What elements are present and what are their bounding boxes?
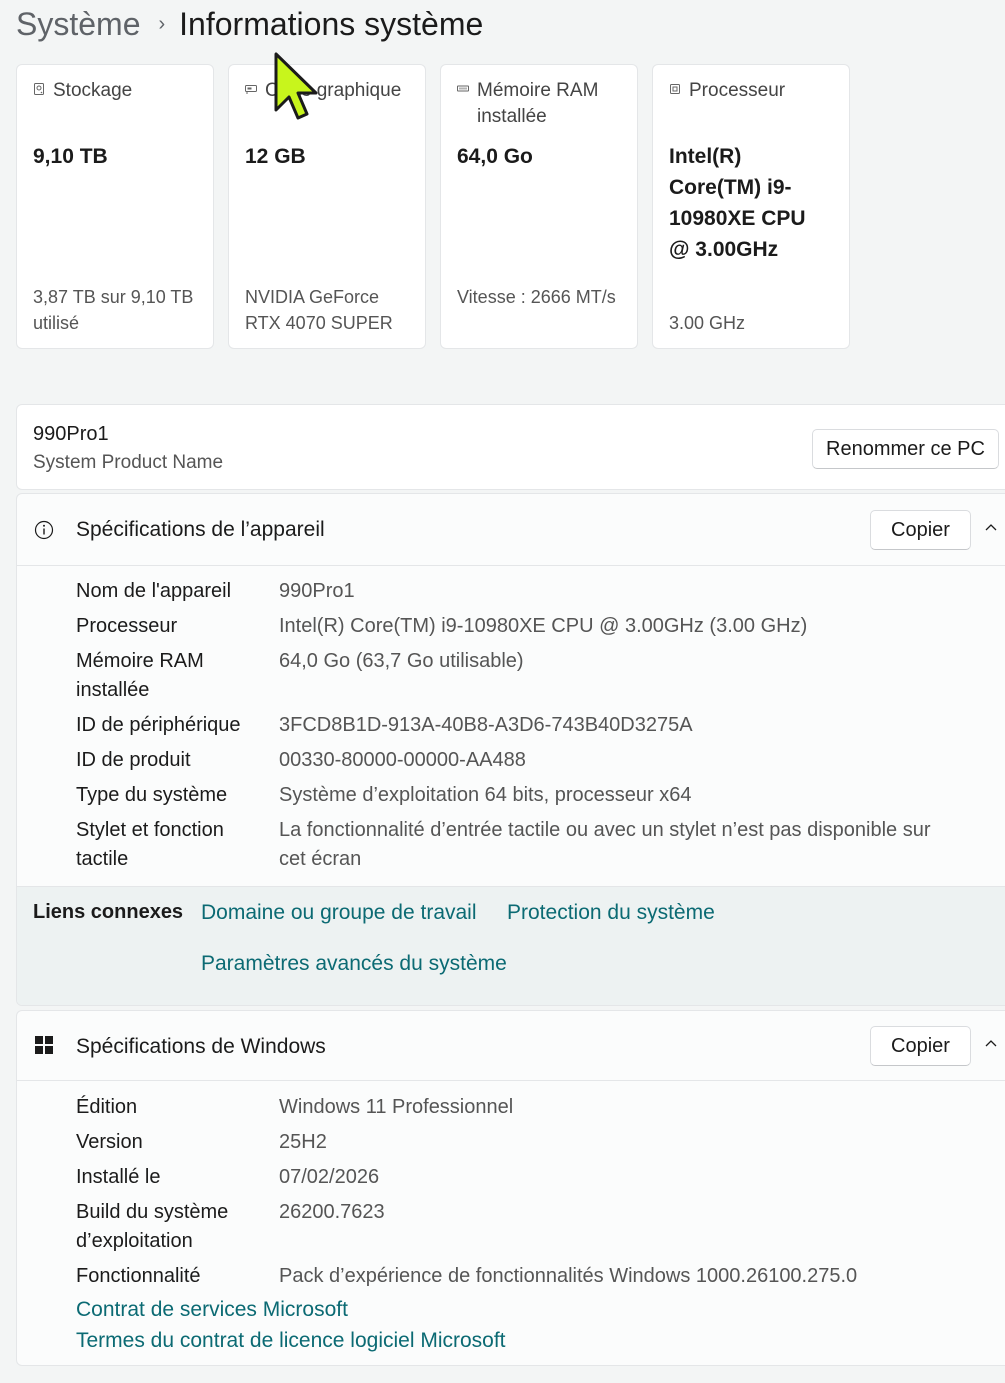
spec-label-device-id: ID de périphérique xyxy=(76,714,241,736)
device-specs-section: Spécifications de l’appareil Copier Nom … xyxy=(16,493,1005,1006)
spec-label-system-type: Type du système xyxy=(76,784,228,806)
processor-card-value: Intel(R) Core(TM) i9-10980XE CPU @ 3.00G… xyxy=(669,145,806,261)
spec-value-device-name: 990Pro1 xyxy=(279,580,355,602)
info-icon xyxy=(34,520,54,540)
breadcrumb-system[interactable]: Système xyxy=(16,6,140,43)
memory-card: Mémoire RAM installée 64,0 Go Vitesse : … xyxy=(440,64,638,349)
link-microsoft-services-agreement[interactable]: Contrat de services Microsoft xyxy=(76,1298,348,1322)
spec-label-version: Version xyxy=(76,1131,143,1153)
breadcrumb: Système › Informations système xyxy=(16,2,483,46)
spec-value-install-date: 07/02/2026 xyxy=(279,1166,380,1188)
spec-value-edition: Windows 11 Professionnel xyxy=(279,1096,514,1118)
link-domain-workgroup[interactable]: Domaine ou groupe de travail xyxy=(201,901,477,925)
system-info-page: Système › Informations système Stockage … xyxy=(0,0,1005,1383)
storage-card-detail: 3,87 TB sur 9,10 TB utilisé xyxy=(33,287,194,333)
spec-value-os-build: 26200.7623 xyxy=(279,1201,385,1223)
device-name: 990Pro1 xyxy=(33,423,109,445)
spec-value-system-type: Système d’exploitation 64 bits, processe… xyxy=(279,784,692,806)
copy-windows-specs-button[interactable]: Copier xyxy=(870,1026,971,1066)
related-links-title: Liens connexes xyxy=(33,901,184,923)
spec-label-experience: Fonctionnalité xyxy=(76,1265,201,1287)
graphics-card-value: 12 GB xyxy=(245,145,306,168)
memory-card-value: 64,0 Go xyxy=(457,145,533,168)
windows-specs-title: Spécifications de Windows xyxy=(76,1035,326,1058)
storage-card-title: Stockage xyxy=(53,80,133,101)
spec-label-device-name: Nom de l'appareil xyxy=(76,580,232,602)
page-title: Informations système xyxy=(179,5,484,42)
memory-card-detail: Vitesse : 2666 MT/s xyxy=(457,287,616,307)
spec-label-product-id: ID de produit xyxy=(76,749,191,771)
graphics-card-detail: NVIDIA GeForce RTX 4070 SUPER xyxy=(245,287,393,333)
device-specs-title: Spécifications de l’appareil xyxy=(76,518,325,541)
memory-icon xyxy=(457,85,469,92)
spec-value-device-id: 3FCD8B1D-913A-40B8-A3D6-743B40D3275A xyxy=(279,714,693,736)
device-model: System Product Name xyxy=(33,452,224,473)
spec-value-ram: 64,0 Go (63,7 Go utilisable) xyxy=(279,650,524,672)
spec-label-pen-touch: Stylet et fonction tactile xyxy=(76,819,224,870)
processor-card-title: Processeur xyxy=(689,80,786,101)
spec-label-processor: Processeur xyxy=(76,615,178,637)
windows-specs-section: Spécifications de Windows Copier Édition… xyxy=(16,1010,1005,1366)
storage-card: Stockage 9,10 TB 3,87 TB sur 9,10 TB uti… xyxy=(16,64,214,349)
spec-label-install-date: Installé le xyxy=(76,1166,161,1188)
link-microsoft-software-license-terms[interactable]: Termes du contrat de licence logiciel Mi… xyxy=(76,1329,506,1353)
spec-label-ram: Mémoire RAM installée xyxy=(76,650,204,701)
graphics-card: Carte graphique 12 GB NVIDIA GeForce RTX… xyxy=(228,64,426,349)
chevron-up-icon[interactable] xyxy=(984,522,998,532)
link-advanced-system-settings[interactable]: Paramètres avancés du système xyxy=(201,952,507,976)
spec-label-edition: Édition xyxy=(76,1096,138,1118)
processor-card-detail: 3.00 GHz xyxy=(669,313,746,333)
breadcrumb-chevron-icon: › xyxy=(158,12,166,35)
spec-value-pen-touch: La fonctionnalité d’entrée tactile ou av… xyxy=(279,819,931,870)
device-specs-header[interactable]: Spécifications de l’appareil Copier xyxy=(17,494,1005,566)
mouse-cursor-icon xyxy=(274,52,318,120)
processor-icon xyxy=(670,84,680,94)
rename-pc-button[interactable]: Renommer ce PC xyxy=(812,429,999,469)
link-system-protection[interactable]: Protection du système xyxy=(507,901,715,925)
spec-value-experience: Pack d’expérience de fonctionnalités Win… xyxy=(279,1265,858,1287)
spec-value-version: 25H2 xyxy=(279,1131,327,1153)
spec-value-product-id: 00330-80000-00000-AA488 xyxy=(279,749,526,771)
copy-device-specs-button[interactable]: Copier xyxy=(870,510,971,550)
related-links: Liens connexes Domaine ou groupe de trav… xyxy=(17,886,1005,1005)
spec-value-processor: Intel(R) Core(TM) i9-10980XE CPU @ 3.00G… xyxy=(279,615,808,637)
spec-label-os-build: Build du système d’exploitation xyxy=(76,1201,229,1252)
windows-specs-header[interactable]: Spécifications de Windows Copier xyxy=(17,1011,1005,1081)
storage-icon xyxy=(34,83,44,95)
windows-logo-icon xyxy=(35,1036,53,1054)
device-name-panel: 990Pro1 System Product Name Renommer ce … xyxy=(16,404,1005,490)
graphics-card-icon xyxy=(245,85,257,94)
memory-card-title: Mémoire RAM installée xyxy=(477,80,599,127)
processor-card: Processeur Intel(R) Core(TM) i9-10980XE … xyxy=(652,64,850,349)
chevron-up-icon[interactable] xyxy=(984,1038,998,1048)
storage-card-value: 9,10 TB xyxy=(33,145,108,168)
